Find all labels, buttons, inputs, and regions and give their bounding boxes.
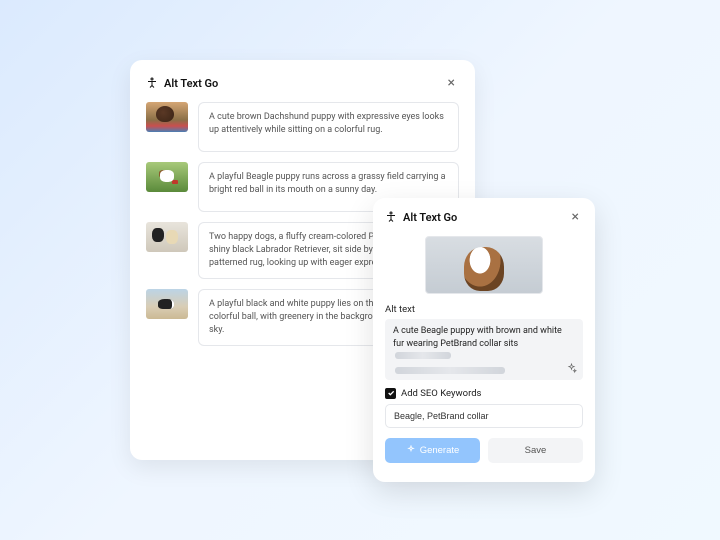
titlebar: Alt Text Go × [385,208,583,226]
preview-wrap [385,236,583,294]
alt-text-label: Alt text [385,304,583,315]
save-label: Save [525,445,547,456]
seo-checkbox[interactable] [385,388,396,399]
titlebar: Alt Text Go × [146,74,459,92]
button-row: Generate Save [385,438,583,463]
save-button[interactable]: Save [488,438,583,463]
alt-text-box[interactable]: A cute brown Dachshund puppy with expres… [198,102,459,152]
alt-text-value: A cute Beagle puppy with brown and white… [393,326,562,349]
list-item: A cute brown Dachshund puppy with expres… [146,102,459,152]
close-button[interactable]: × [444,74,459,92]
thumbnail[interactable] [146,102,188,132]
accessibility-icon [146,77,158,89]
seo-keywords-input[interactable] [385,404,583,428]
image-preview [425,236,543,294]
loading-shimmer [395,367,505,374]
generate-button[interactable]: Generate [385,438,480,463]
app-title: Alt Text Go [403,211,562,224]
seo-label: Add SEO Keywords [401,388,481,399]
seo-checkbox-row[interactable]: Add SEO Keywords [385,388,583,399]
thumbnail[interactable] [146,222,188,252]
app-title: Alt Text Go [164,77,438,90]
thumbnail[interactable] [146,162,188,192]
generate-icon [406,445,416,455]
loading-shimmer [395,352,451,359]
close-button[interactable]: × [568,208,583,226]
sparkle-icon[interactable] [566,363,577,374]
alt-text-input[interactable]: A cute Beagle puppy with brown and white… [385,319,583,380]
thumbnail[interactable] [146,289,188,319]
generate-label: Generate [420,445,460,456]
accessibility-icon [385,211,397,223]
detail-panel: Alt Text Go × Alt text A cute Beagle pup… [373,198,595,482]
